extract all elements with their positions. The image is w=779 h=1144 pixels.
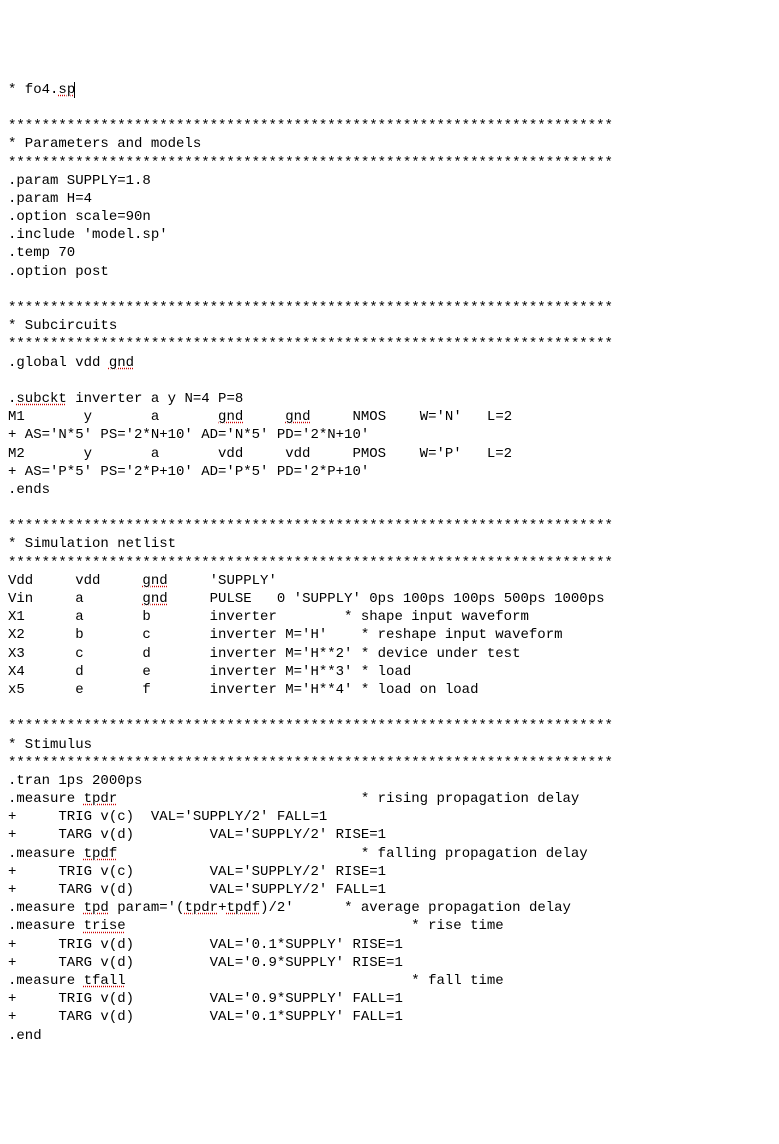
line-30: X1 a b inverter * shape input waveform bbox=[8, 609, 529, 625]
line-11: .option post bbox=[8, 264, 109, 280]
line-14: * Subcircuits bbox=[8, 318, 117, 334]
line-32: X3 c d inverter M='H**2' * device under … bbox=[8, 646, 520, 662]
line-8: .option scale=90n bbox=[8, 209, 151, 225]
line-49: + TARG v(d) VAL='0.9*SUPPLY' RISE=1 bbox=[8, 955, 403, 971]
line-16: .global vdd gnd bbox=[8, 355, 134, 371]
line-42: + TARG v(d) VAL='SUPPLY/2' RISE=1 bbox=[8, 827, 386, 843]
line-22: + AS='P*5' PS='2*P+10' AD='P*5' PD='2*P+… bbox=[8, 464, 369, 480]
line-1: * fo4.sp bbox=[8, 82, 75, 98]
line-31: X2 b c inverter M='H' * reshape input wa… bbox=[8, 627, 563, 643]
line-39: .tran 1ps 2000ps bbox=[8, 773, 142, 789]
line-21: M2 y a vdd vdd PMOS W='P' L=2 bbox=[8, 446, 512, 462]
line-36: ****************************************… bbox=[8, 718, 613, 734]
editor-content[interactable]: * fo4.sp *******************************… bbox=[8, 81, 771, 1045]
line-44: + TRIG v(c) VAL='SUPPLY/2' RISE=1 bbox=[8, 864, 386, 880]
line-10: .temp 70 bbox=[8, 245, 75, 261]
line-20: + AS='N*5' PS='2*N+10' AD='N*5' PD='2*N+… bbox=[8, 427, 369, 443]
line-15: ****************************************… bbox=[8, 336, 613, 352]
line-34: x5 e f inverter M='H**4' * load on load bbox=[8, 682, 478, 698]
line-26: * Simulation netlist bbox=[8, 536, 176, 552]
line-19: M1 y a gnd gnd NMOS W='N' L=2 bbox=[8, 409, 512, 425]
text-cursor bbox=[74, 82, 75, 98]
line-52: + TARG v(d) VAL='0.1*SUPPLY' FALL=1 bbox=[8, 1009, 403, 1025]
line-13: ****************************************… bbox=[8, 300, 613, 316]
line-41: + TRIG v(c) VAL='SUPPLY/2' FALL=1 bbox=[8, 809, 327, 825]
line-38: ****************************************… bbox=[8, 755, 613, 771]
line-29: Vin a gnd PULSE 0 'SUPPLY' 0ps 100ps 100… bbox=[8, 591, 605, 607]
line-47: .measure trise * rise time bbox=[8, 918, 504, 934]
line-40: .measure tpdr * rising propagation delay bbox=[8, 791, 579, 807]
line-28: Vdd vdd gnd 'SUPPLY' bbox=[8, 573, 277, 589]
line-5: ****************************************… bbox=[8, 155, 613, 171]
line-3: ****************************************… bbox=[8, 118, 613, 134]
line-4: * Parameters and models bbox=[8, 136, 201, 152]
line-50: .measure tfall * fall time bbox=[8, 973, 504, 989]
line-18: .subckt inverter a y N=4 P=8 bbox=[8, 391, 243, 407]
line-9: .include 'model.sp' bbox=[8, 227, 168, 243]
line-51: + TRIG v(d) VAL='0.9*SUPPLY' FALL=1 bbox=[8, 991, 403, 1007]
line-33: X4 d e inverter M='H**3' * load bbox=[8, 664, 411, 680]
line-53: .end bbox=[8, 1028, 42, 1044]
line-23: .ends bbox=[8, 482, 50, 498]
line-43: .measure tpdf * falling propagation dela… bbox=[8, 846, 588, 862]
line-46: .measure tpd param='(tpdr+tpdf)/2' * ave… bbox=[8, 900, 571, 916]
line-48: + TRIG v(d) VAL='0.1*SUPPLY' RISE=1 bbox=[8, 937, 403, 953]
line-27: ****************************************… bbox=[8, 555, 613, 571]
line-25: ****************************************… bbox=[8, 518, 613, 534]
line-6: .param SUPPLY=1.8 bbox=[8, 173, 151, 189]
line-37: * Stimulus bbox=[8, 737, 92, 753]
line-7: .param H=4 bbox=[8, 191, 92, 207]
line-45: + TARG v(d) VAL='SUPPLY/2' FALL=1 bbox=[8, 882, 386, 898]
